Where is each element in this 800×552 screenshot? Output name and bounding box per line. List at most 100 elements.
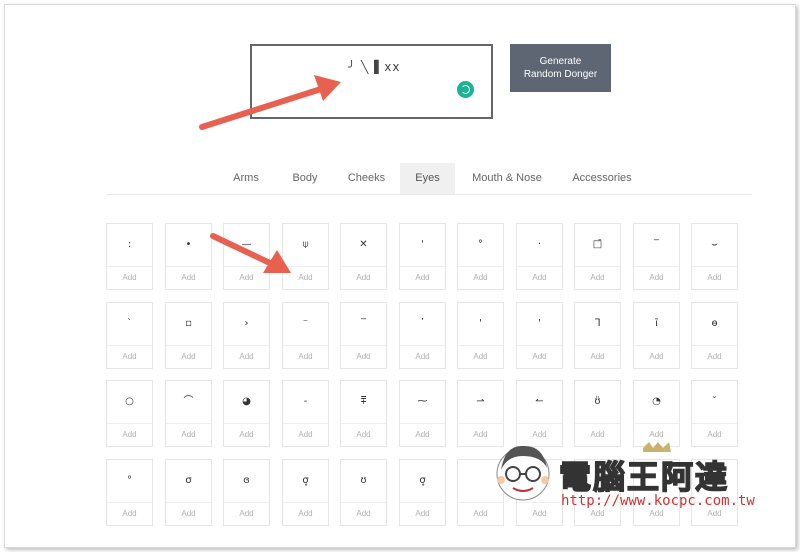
watermark-title: 電腦王阿達 — [558, 457, 730, 497]
eye-option-card: ⌒ Add — [165, 380, 212, 447]
tab-mouth-nose[interactable]: Mouth & Nose — [462, 163, 552, 194]
eye-option-card: · Add — [516, 223, 563, 290]
eye-option-card: › Add — [223, 302, 270, 369]
eye-glyph: • — [185, 239, 192, 250]
add-eye-button[interactable]: Add — [692, 266, 737, 289]
donger-preview-text: ╯ ╲ ▌ⅹⅹ — [348, 60, 401, 74]
eye-option-card: ɞ Add — [223, 459, 270, 526]
eye-option-card: ↼ Add — [516, 380, 563, 447]
add-eye-button[interactable]: Add — [283, 345, 328, 368]
add-eye-button[interactable]: Add — [107, 423, 152, 446]
add-eye-button[interactable]: Add — [458, 345, 503, 368]
eye-glyph: ' — [479, 318, 482, 329]
eye-glyph: ᾿ — [420, 318, 425, 329]
eye-glyph: ⩱ — [360, 396, 367, 407]
eye-option-card: ɵ Add — [691, 302, 738, 369]
eye-option-card: ° Add — [106, 459, 153, 526]
eye-glyph: σ̥ — [419, 475, 426, 486]
add-eye-button[interactable]: Add — [400, 345, 445, 368]
add-eye-button[interactable]: Add — [634, 266, 679, 289]
eye-option-card: ⍦ Add — [282, 223, 329, 290]
add-eye-button[interactable]: Add — [283, 266, 328, 289]
generate-random-donger-button[interactable]: Generate Random Donger — [510, 44, 611, 92]
add-eye-button[interactable]: Add — [341, 345, 386, 368]
eye-option-card: σ̥ Add — [282, 459, 329, 526]
add-eye-button[interactable]: Add — [341, 266, 386, 289]
eye-option-card: ⁓ Add — [399, 380, 446, 447]
add-eye-button[interactable]: Add — [400, 423, 445, 446]
add-eye-button[interactable]: Add — [517, 266, 562, 289]
eye-glyph: ⍦ — [302, 239, 309, 250]
eye-glyph: ⌣ — [711, 239, 718, 250]
eye-glyph: σ — [185, 475, 192, 486]
eye-glyph: ɞ — [243, 475, 250, 486]
add-eye-button[interactable]: Add — [283, 502, 328, 525]
eye-glyph: ⁻ — [302, 318, 309, 329]
eye-glyph: ʊ̈ — [594, 396, 601, 407]
add-eye-button[interactable]: Add — [575, 345, 620, 368]
eye-glyph: ○ — [125, 396, 134, 407]
add-eye-button[interactable]: Add — [283, 423, 328, 446]
tab-cheeks[interactable]: Cheeks — [338, 163, 395, 194]
eye-option-card: - Add — [282, 380, 329, 447]
eye-option-card: σ̥ Add — [399, 459, 446, 526]
part-category-tabs: Arms Body Cheeks Eyes Mouth & Nose Accessorie… — [106, 163, 752, 195]
add-eye-button[interactable]: Add — [341, 423, 386, 446]
eye-glyph: — — [241, 239, 252, 250]
add-eye-button[interactable]: Add — [224, 502, 269, 525]
add-eye-button[interactable]: Add — [224, 266, 269, 289]
eye-glyph: ʊ — [360, 475, 367, 486]
eye-option-card: ī Add — [633, 302, 680, 369]
tab-arms[interactable]: Arms — [227, 163, 265, 194]
eye-option-card: ✕ Add — [340, 223, 387, 290]
add-eye-button[interactable]: Add — [166, 266, 211, 289]
add-eye-button[interactable]: Add — [400, 502, 445, 525]
add-eye-button[interactable]: Add — [166, 502, 211, 525]
add-eye-button[interactable]: Add — [634, 345, 679, 368]
add-eye-button[interactable]: Add — [107, 266, 152, 289]
eye-glyph: ` — [127, 318, 132, 329]
add-eye-button[interactable]: Add — [400, 266, 445, 289]
tab-accessories[interactable]: Accessories — [562, 163, 642, 194]
eye-option-card: ' Add — [457, 302, 504, 369]
add-eye-button[interactable]: Add — [692, 345, 737, 368]
eye-glyph: ◔ — [652, 396, 661, 407]
eye-option-card: ⌣ Add — [691, 223, 738, 290]
eye-option-card: ⇀ Add — [457, 380, 504, 447]
eye-option-card: ' Add — [516, 302, 563, 369]
eye-option-card: ◕ Add — [223, 380, 270, 447]
crown-icon — [643, 442, 671, 452]
eye-option-card: ` Add — [106, 302, 153, 369]
tab-eyes[interactable]: Eyes — [400, 163, 455, 194]
add-eye-button[interactable]: Add — [341, 502, 386, 525]
add-eye-button[interactable]: Add — [166, 345, 211, 368]
add-eye-button[interactable]: Add — [458, 266, 503, 289]
add-eye-button[interactable]: Add — [166, 423, 211, 446]
eye-glyph: ' — [421, 239, 424, 250]
eye-option-card: ○ Add — [106, 380, 153, 447]
eye-option-card: ʊ̈ Add — [574, 380, 621, 447]
add-eye-button[interactable]: Add — [107, 345, 152, 368]
add-eye-button[interactable]: Add — [224, 423, 269, 446]
tab-body[interactable]: Body — [281, 163, 329, 194]
eye-glyph: ° — [127, 475, 132, 486]
eye-option-card: ᒣ Add — [574, 302, 621, 369]
eye-option-card: ▫ Add — [165, 302, 212, 369]
eye-glyph: ⇀ — [476, 396, 485, 407]
eye-glyph: ⌒ — [183, 396, 194, 407]
eye-option-card: • Add — [165, 223, 212, 290]
add-eye-button[interactable]: Add — [517, 345, 562, 368]
eye-glyph: ᒣ — [594, 318, 601, 329]
add-eye-button[interactable]: Add — [575, 266, 620, 289]
screenshot-frame: ╯ ╲ ▌ⅹⅹ Generate Random Donger Arms Body C… — [4, 4, 796, 548]
loading-spinner-icon — [457, 81, 474, 98]
eye-glyph: ‾ — [654, 239, 659, 250]
eye-option-card: ˇ Add — [691, 380, 738, 447]
eye-glyph: ‾ — [361, 318, 366, 329]
eye-option-card: ⁻ Add — [282, 302, 329, 369]
eye-option-card: ° Add — [457, 223, 504, 290]
eye-glyph: □̄ — [592, 239, 603, 250]
eye-option-card: ' Add — [399, 223, 446, 290]
add-eye-button[interactable]: Add — [224, 345, 269, 368]
add-eye-button[interactable]: Add — [107, 502, 152, 525]
